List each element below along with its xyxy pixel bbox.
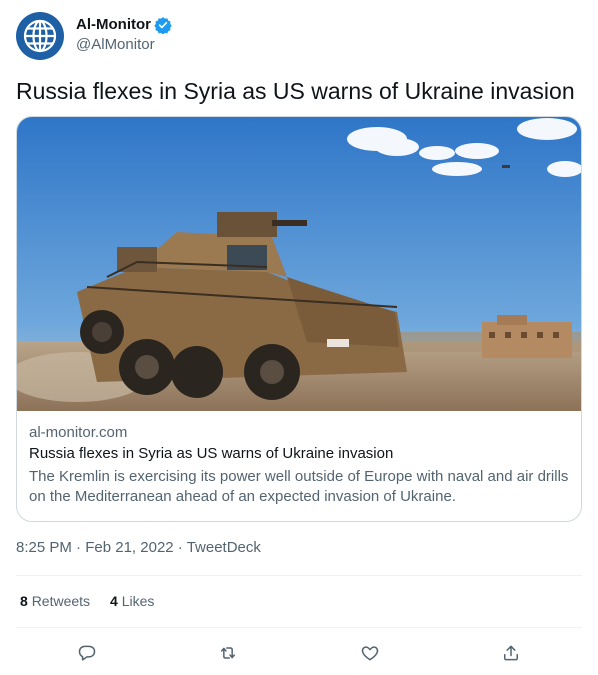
armored-vehicle-photo (17, 117, 581, 411)
retweet-button[interactable] (211, 636, 245, 670)
tweet-meta: 8:25 PM · Feb 21, 2022 · TweetDeck (16, 538, 261, 558)
meta-separator: · (76, 539, 82, 556)
retweets-label: Retweets (31, 593, 91, 609)
action-bar (16, 636, 582, 670)
tweet-time[interactable]: 8:25 PM (16, 539, 72, 556)
tweet-header: Al-Monitor @AlMonitor (16, 12, 582, 60)
likes-label: Likes (121, 593, 155, 609)
retweet-icon (221, 647, 236, 659)
divider (16, 575, 582, 576)
tweet-text: Russia flexes in Syria as US warns of Uk… (16, 78, 575, 104)
share-button[interactable] (494, 636, 528, 670)
card-description: The Kremlin is exercising its power well… (29, 468, 569, 505)
heart-icon (361, 646, 378, 661)
like-button[interactable] (353, 636, 387, 670)
meta-separator: · (177, 539, 183, 556)
retweets-stat[interactable]: 8 Retweets (20, 591, 90, 611)
engagement-stats: 8 Retweets 4 Likes (20, 591, 154, 611)
tweet-source[interactable]: TweetDeck (187, 539, 261, 556)
card-domain: al-monitor.com (29, 424, 128, 441)
link-card[interactable]: al-monitor.com Russia flexes in Syria as… (16, 116, 582, 522)
reply-button[interactable] (70, 636, 104, 670)
card-title: Russia flexes in Syria as US warns of Uk… (29, 445, 394, 462)
author-display-name[interactable]: Al-Monitor (76, 15, 151, 35)
likes-stat[interactable]: 4 Likes (110, 591, 154, 611)
verified-badge-icon (154, 17, 172, 34)
divider (16, 627, 582, 628)
globe-icon (23, 19, 57, 53)
author-handle[interactable]: @AlMonitor (76, 35, 172, 55)
tweet-date[interactable]: Feb 21, 2022 (85, 539, 173, 556)
avatar[interactable] (16, 12, 64, 60)
reply-icon (78, 645, 95, 661)
retweets-count: 8 (20, 593, 28, 609)
share-icon (504, 645, 519, 661)
likes-count: 4 (110, 593, 118, 609)
